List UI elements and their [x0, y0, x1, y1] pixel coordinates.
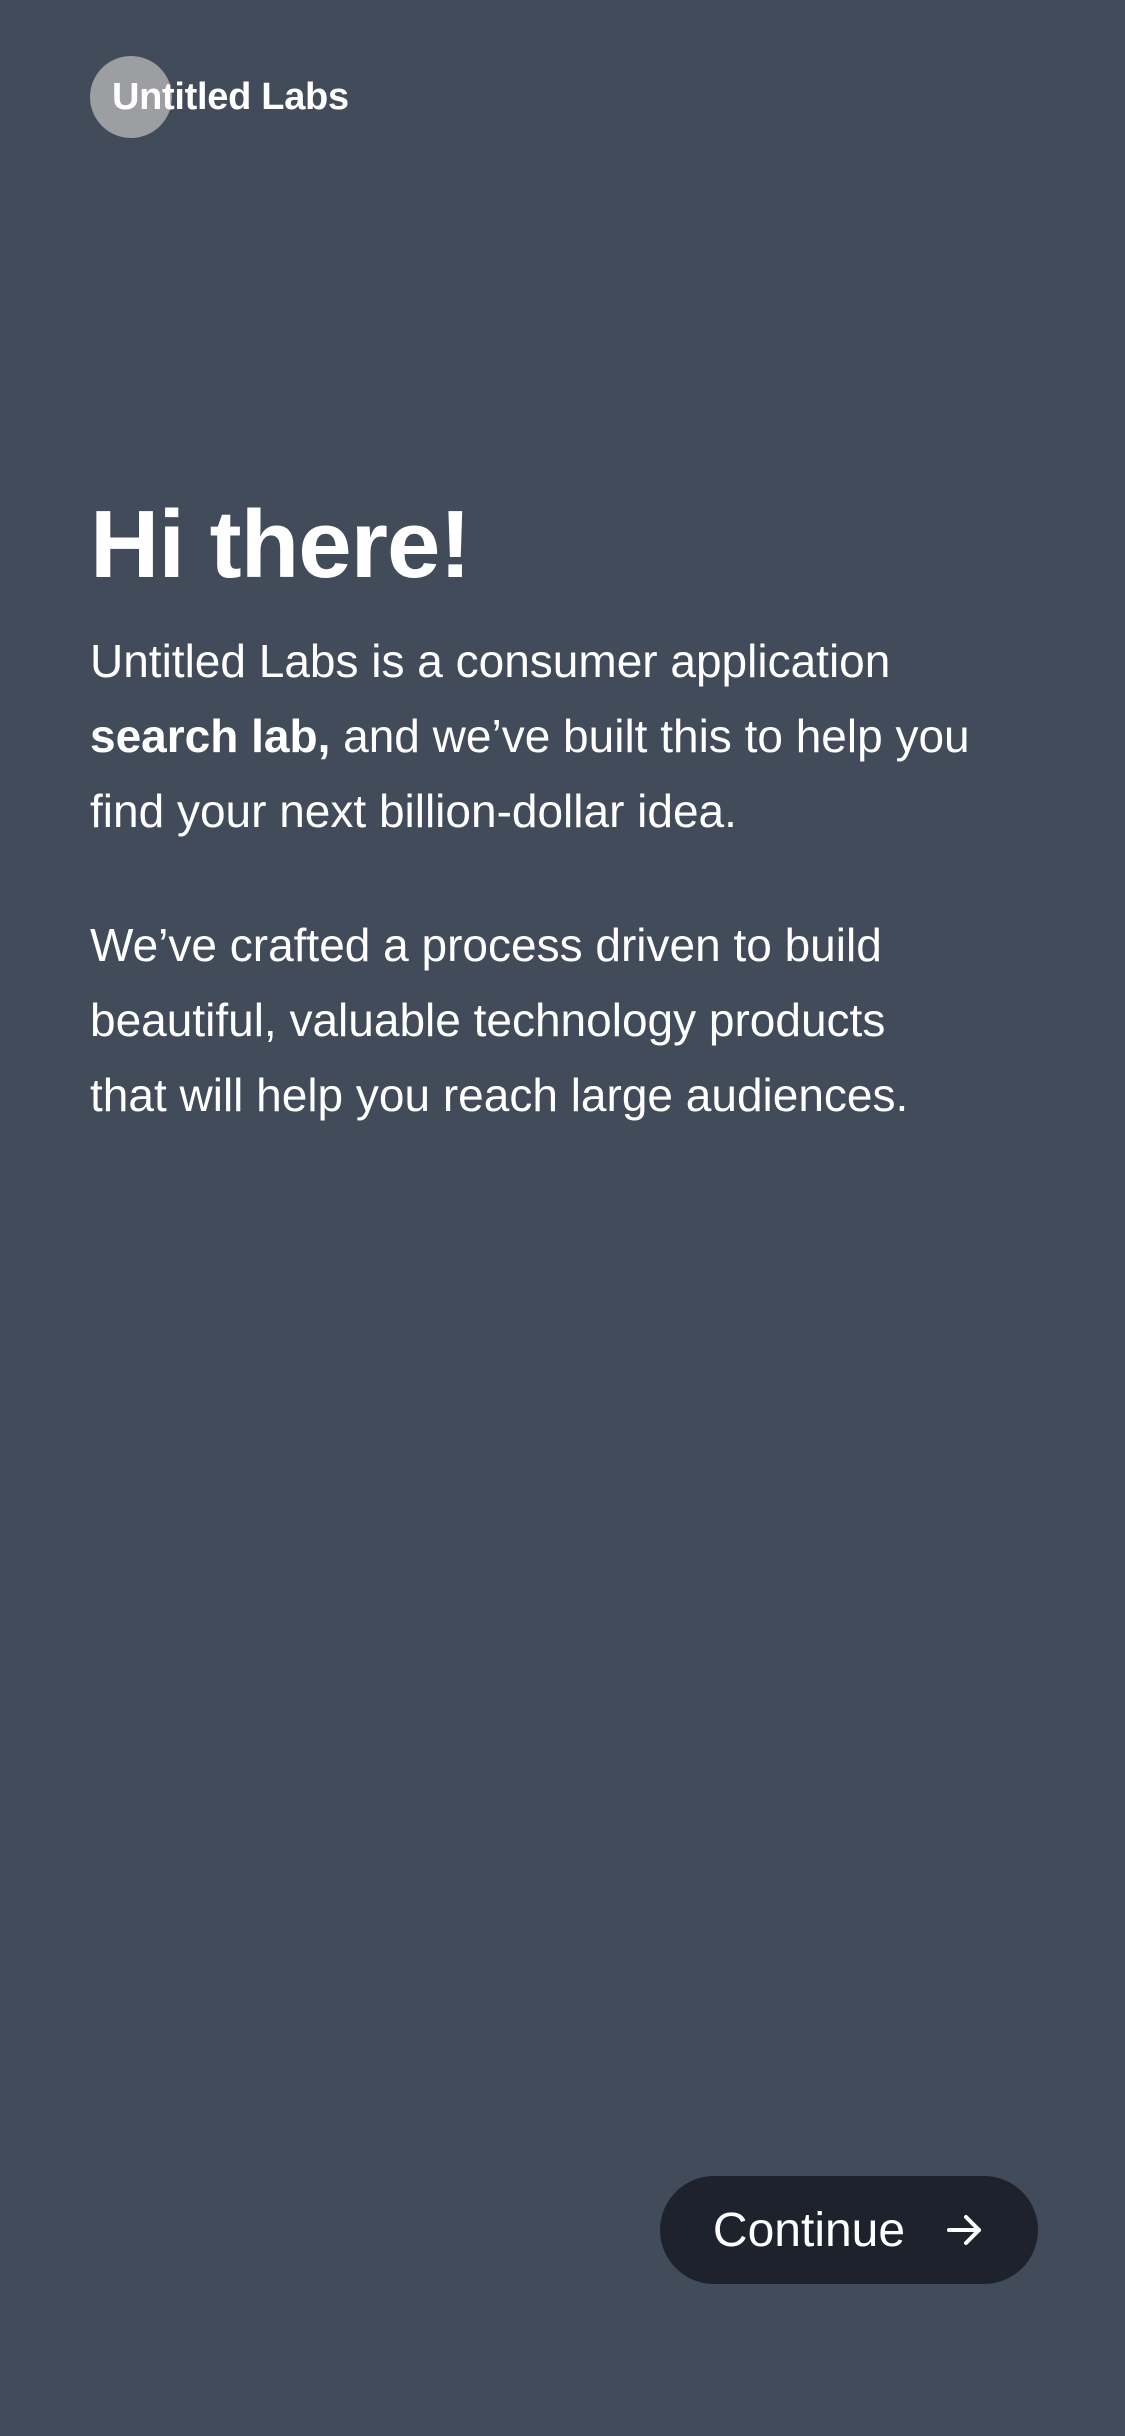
- brand-name: Untitled Labs: [112, 75, 349, 118]
- continue-button[interactable]: Continue: [660, 2176, 1038, 2284]
- intro-section: Hi there! Untitled Labs is a consumer ap…: [90, 490, 970, 1133]
- intro-paragraph-1: Untitled Labs is a consumer application …: [90, 624, 970, 849]
- page-title: Hi there!: [90, 491, 471, 598]
- arrow-right-icon: [947, 2215, 982, 2245]
- intro-paragraph-1-emphasis: search lab,: [90, 710, 331, 762]
- continue-button-label: Continue: [712, 2203, 906, 2257]
- intro-paragraph-1-text: Untitled Labs is a consumer application: [90, 635, 891, 687]
- brand-logo: Untitled Labs: [90, 56, 349, 138]
- intro-paragraph-2: We’ve crafted a process driven to build …: [90, 919, 909, 1121]
